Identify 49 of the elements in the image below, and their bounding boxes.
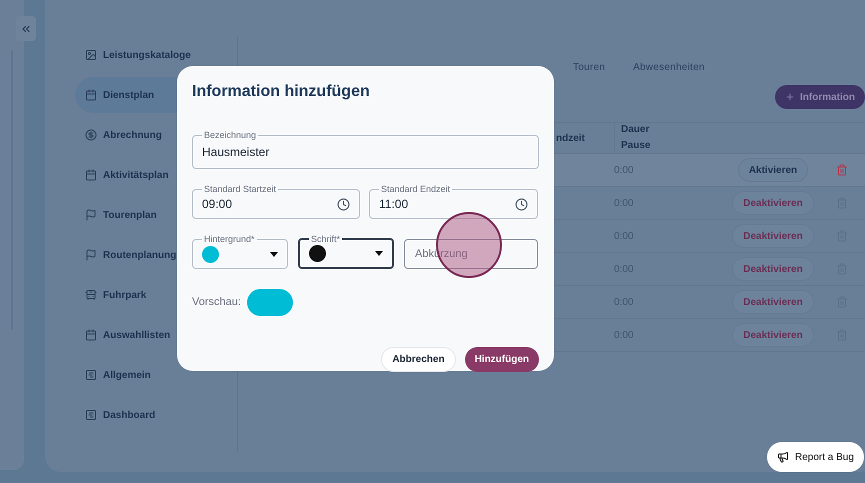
caret-icon xyxy=(375,251,383,256)
toggle-button[interactable]: Deaktivieren xyxy=(732,257,814,281)
add-button[interactable]: Hinzufügen xyxy=(464,347,539,372)
calendar-icon xyxy=(85,329,97,341)
cancel-button[interactable]: Abbrechen xyxy=(381,347,456,372)
field-value: Hausmeister xyxy=(202,145,270,159)
time-field[interactable]: Standard Startzeit 09:00 xyxy=(192,184,360,219)
toggle-button[interactable]: Deaktivieren xyxy=(732,323,814,347)
calendar-icon xyxy=(85,169,97,181)
add-information-button[interactable]: Information xyxy=(775,85,865,109)
calendar-icon xyxy=(85,89,97,101)
field-value: 11:00 xyxy=(379,196,408,213)
preview-label: Vorschau: xyxy=(192,295,241,310)
report-bug-button[interactable]: Report a Bug xyxy=(767,442,864,472)
field-label: Standard Startzeit xyxy=(203,184,278,194)
trash-icon[interactable] xyxy=(836,164,848,176)
chart-icon xyxy=(85,369,97,381)
toggle-button[interactable]: Deaktivieren xyxy=(732,191,814,215)
color-select[interactable]: Schrift* xyxy=(298,234,394,269)
tab[interactable]: Abwesenheiten xyxy=(633,60,705,74)
toggle-button[interactable]: Deaktivieren xyxy=(732,224,814,248)
sidebar-item[interactable]: Auswahllisten xyxy=(75,317,227,353)
tab[interactable]: Touren xyxy=(573,60,606,74)
toggle-button[interactable]: Aktivieren xyxy=(738,158,808,182)
toggle-button[interactable]: Deaktivieren xyxy=(732,290,814,314)
megaphone-icon xyxy=(777,451,789,463)
bus-icon xyxy=(85,289,97,301)
clock-icon[interactable] xyxy=(337,198,350,210)
sidebar-item[interactable]: Dashboard xyxy=(75,397,227,433)
caret-icon xyxy=(270,252,278,256)
field-value: 09:00 xyxy=(202,196,232,213)
name-field[interactable]: Bezeichnung Hausmeister xyxy=(192,130,539,169)
sidebar-item[interactable]: Leistungskataloge xyxy=(75,37,227,73)
chart-icon xyxy=(85,409,97,421)
time-field[interactable]: Standard Endzeit 11:00 xyxy=(369,184,538,219)
clock-icon[interactable] xyxy=(515,198,528,210)
column-header: ndzeit xyxy=(556,132,586,146)
flag-icon xyxy=(85,249,97,261)
field-label: Bezeichnung xyxy=(203,130,258,140)
plus-icon xyxy=(785,92,795,102)
sidebar-item[interactable]: Allgemein xyxy=(75,357,227,393)
field-label: Standard Endzeit xyxy=(380,184,452,194)
field-label: Hintergrund* xyxy=(203,234,256,244)
dollar-icon xyxy=(85,129,97,141)
field-label: Schrift* xyxy=(310,234,342,244)
color-select[interactable]: Hintergrund* xyxy=(192,234,288,269)
flag-icon xyxy=(85,209,97,221)
image-icon xyxy=(85,49,97,61)
collapse-button[interactable] xyxy=(16,16,36,41)
